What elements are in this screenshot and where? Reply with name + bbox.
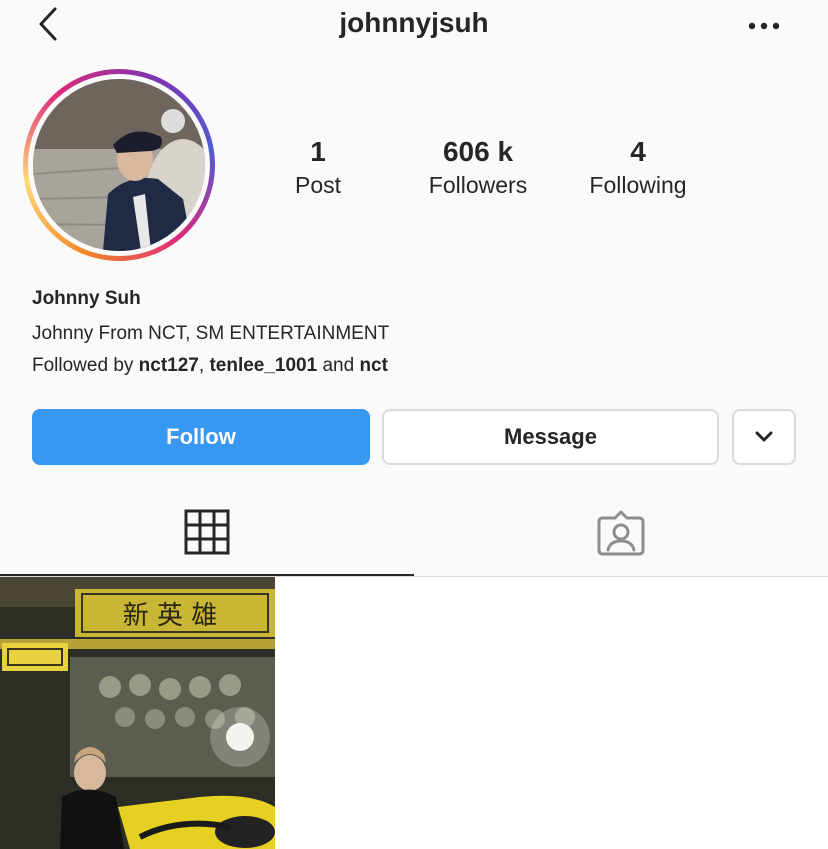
stat-following-label: Following bbox=[589, 172, 687, 198]
tagged-user-icon bbox=[597, 510, 645, 556]
post-sign-text: 新 英 雄 bbox=[123, 601, 218, 631]
stat-followers-count: 606 k bbox=[442, 136, 514, 167]
tab-posts-grid[interactable] bbox=[0, 490, 414, 576]
profile-username-title: johnnyjsuh bbox=[339, 7, 489, 38]
posts-grid: 新 英 雄 bbox=[0, 577, 828, 849]
story-ring[interactable] bbox=[23, 69, 215, 261]
follow-button[interactable]: Follow bbox=[32, 409, 370, 465]
stat-following[interactable]: 4 Following bbox=[558, 136, 718, 202]
tab-tagged[interactable] bbox=[414, 490, 828, 576]
more-dots-icon[interactable] bbox=[744, 14, 784, 38]
profile-bio: Johnny From NCT, SM ENTERTAINMENT bbox=[32, 323, 390, 344]
profile-full-name: Johnny Suh bbox=[32, 288, 141, 309]
stat-posts-label: Post bbox=[294, 172, 342, 198]
followed-by-prefix: Followed by bbox=[32, 355, 139, 376]
profile-tabs bbox=[0, 490, 828, 577]
grid-icon bbox=[184, 509, 230, 555]
followed-by-user[interactable]: nct bbox=[359, 355, 388, 376]
avatar bbox=[33, 79, 205, 251]
post-thumbnail[interactable]: 新 英 雄 bbox=[0, 577, 275, 849]
chevron-down-icon bbox=[755, 431, 773, 442]
followed-by-user[interactable]: nct127 bbox=[139, 355, 199, 376]
stat-posts-count: 1 bbox=[310, 136, 326, 167]
top-nav-bar: johnnyjsuh bbox=[0, 0, 828, 56]
stat-following-count: 4 bbox=[630, 136, 646, 167]
stat-posts[interactable]: 1 Post bbox=[238, 136, 398, 202]
followed-by-user[interactable]: tenlee_1001 bbox=[209, 355, 317, 376]
suggested-accounts-button[interactable] bbox=[732, 409, 796, 465]
followed-by-text[interactable]: Followed by nct127, tenlee_1001 and nct bbox=[32, 355, 388, 377]
stat-followers[interactable]: 606 k Followers bbox=[398, 136, 558, 202]
message-button[interactable]: Message bbox=[382, 409, 719, 465]
stat-followers-label: Followers bbox=[428, 172, 528, 198]
